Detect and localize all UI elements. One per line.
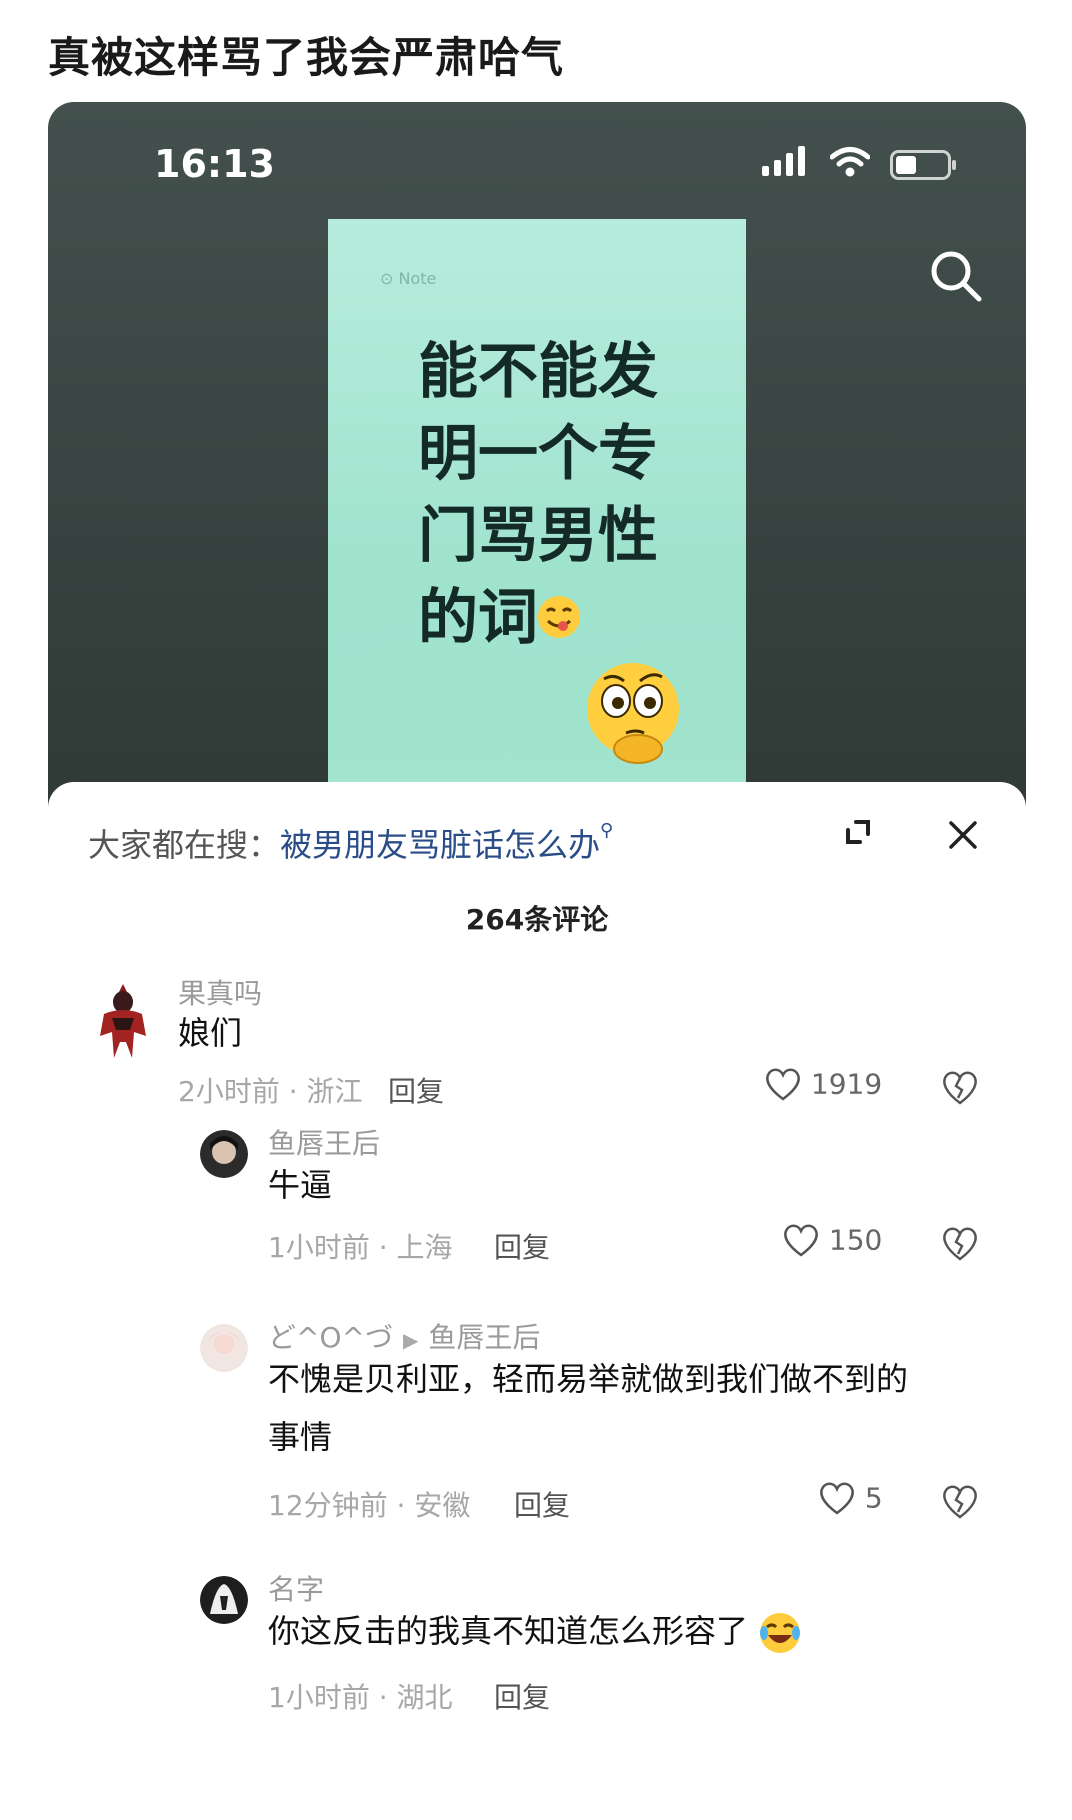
yum-face-emoji-icon bbox=[538, 596, 580, 638]
reply-arrow-icon: ▶ bbox=[402, 1328, 419, 1352]
comment-location: 上海 bbox=[396, 1231, 453, 1264]
note-watermark: ⊙ Note bbox=[380, 269, 437, 288]
comment-item: 名字 你这反击的我真不知道怎么形容了 1小时前 · 湖北 回复 bbox=[48, 1568, 1026, 1758]
like-count: 5 bbox=[864, 1481, 883, 1515]
expand-icon[interactable] bbox=[842, 816, 874, 848]
comment-time: 1小时前 bbox=[268, 1231, 370, 1264]
like-count: 150 bbox=[828, 1223, 883, 1257]
small-search-icon: ⚲ bbox=[600, 820, 614, 841]
search-suggestion-prefix: 大家都在搜： bbox=[88, 826, 281, 864]
meta-separator: · bbox=[369, 1231, 397, 1264]
search-suggestion[interactable]: 大家都在搜：被男朋友骂脏话怎么办⚲ bbox=[88, 820, 613, 866]
dislike-broken-heart-icon[interactable] bbox=[940, 1224, 980, 1262]
reply-button[interactable]: 回复 bbox=[514, 1484, 570, 1524]
thinking-face-emoji-icon bbox=[587, 663, 679, 764]
heart-icon bbox=[766, 1068, 800, 1101]
like-button[interactable]: 150 bbox=[782, 1222, 882, 1258]
like-count: 1919 bbox=[810, 1067, 883, 1101]
comment-meta: 1小时前 · 湖北 bbox=[268, 1676, 453, 1716]
comment-meta: 12分钟前 · 安徽 bbox=[268, 1484, 470, 1524]
avatar[interactable] bbox=[88, 980, 158, 1062]
comment-time: 12分钟前 bbox=[268, 1489, 388, 1522]
comment-text-line: 你这反击的我真不知道怎么形容了 bbox=[268, 1602, 802, 1660]
heart-icon bbox=[784, 1224, 818, 1257]
note-card: ⊙ Note 能不能发 明一个专 门骂男性 的词 bbox=[328, 219, 746, 812]
meta-separator: · bbox=[369, 1681, 397, 1714]
phone-screenshot: 16:13 ⊙ Note 能不能发 明一个专 门骂男性 的词 大家都在搜：被男朋… bbox=[48, 102, 1026, 1820]
comment-meta: 2小时前 · 浙江 bbox=[178, 1070, 363, 1110]
reply-button[interactable]: 回复 bbox=[388, 1070, 444, 1110]
comment-location: 浙江 bbox=[306, 1075, 363, 1108]
comment-text: 不愧是贝利亚，轻而易举就做到我们做不到的事情 bbox=[268, 1360, 909, 1456]
comment-time: 1小时前 bbox=[268, 1681, 370, 1714]
avatar[interactable] bbox=[200, 1576, 248, 1624]
search-suggestion-keyword[interactable]: 被男朋友骂脏话怎么办 bbox=[280, 826, 600, 864]
comment-item: 鱼唇王后 牛逼 1小时前 · 上海 回复 150 bbox=[48, 1122, 1026, 1292]
comments-sheet: 大家都在搜：被男朋友骂脏话怎么办⚲ 264条评论 果真吗 娘们 2小时前 · 浙… bbox=[48, 782, 1026, 1820]
comment-time: 2小时前 bbox=[178, 1075, 280, 1108]
avatar[interactable] bbox=[200, 1324, 248, 1372]
laughing-crying-emoji-icon bbox=[760, 1613, 801, 1653]
like-button[interactable]: 1919 bbox=[764, 1066, 882, 1102]
comment-count: 264条评论 bbox=[465, 903, 609, 936]
heart-icon bbox=[820, 1482, 854, 1515]
comment-item: 果真吗 娘们 2小时前 · 浙江 回复 1919 bbox=[48, 942, 1026, 1112]
dislike-broken-heart-icon[interactable] bbox=[940, 1482, 980, 1520]
dislike-broken-heart-icon[interactable] bbox=[940, 1068, 980, 1106]
comment-location: 湖北 bbox=[396, 1681, 453, 1714]
comment-text: 牛逼 bbox=[268, 1166, 333, 1204]
search-icon[interactable] bbox=[928, 248, 984, 304]
reply-button[interactable]: 回复 bbox=[494, 1676, 550, 1716]
meta-separator: · bbox=[387, 1489, 415, 1522]
comment-location: 安徽 bbox=[414, 1489, 471, 1522]
status-time: 16:13 bbox=[154, 142, 275, 186]
post-title: 真被这样骂了我会严肃哈气 bbox=[48, 33, 565, 82]
video-area[interactable]: 16:13 ⊙ Note 能不能发 明一个专 门骂男性 的词 bbox=[48, 102, 1026, 812]
close-icon[interactable] bbox=[948, 820, 978, 850]
avatar[interactable] bbox=[200, 1130, 248, 1178]
battery-icon bbox=[890, 150, 956, 180]
comment-text: 娘们 bbox=[178, 1014, 243, 1052]
comment-text: 你这反击的我真不知道怎么形容了 bbox=[268, 1612, 749, 1650]
like-button[interactable]: 5 bbox=[818, 1480, 883, 1516]
signal-icon bbox=[762, 146, 805, 176]
meta-separator: · bbox=[279, 1075, 307, 1108]
wifi-icon bbox=[830, 147, 870, 177]
comment-item: ど^O^づ ▶ 鱼唇王后 不愧是贝利亚，轻而易举就做到我们做不到的事情 12分钟前 … bbox=[48, 1316, 1026, 1546]
comment-meta: 1小时前 · 上海 bbox=[268, 1226, 453, 1266]
reply-button[interactable]: 回复 bbox=[494, 1226, 550, 1266]
